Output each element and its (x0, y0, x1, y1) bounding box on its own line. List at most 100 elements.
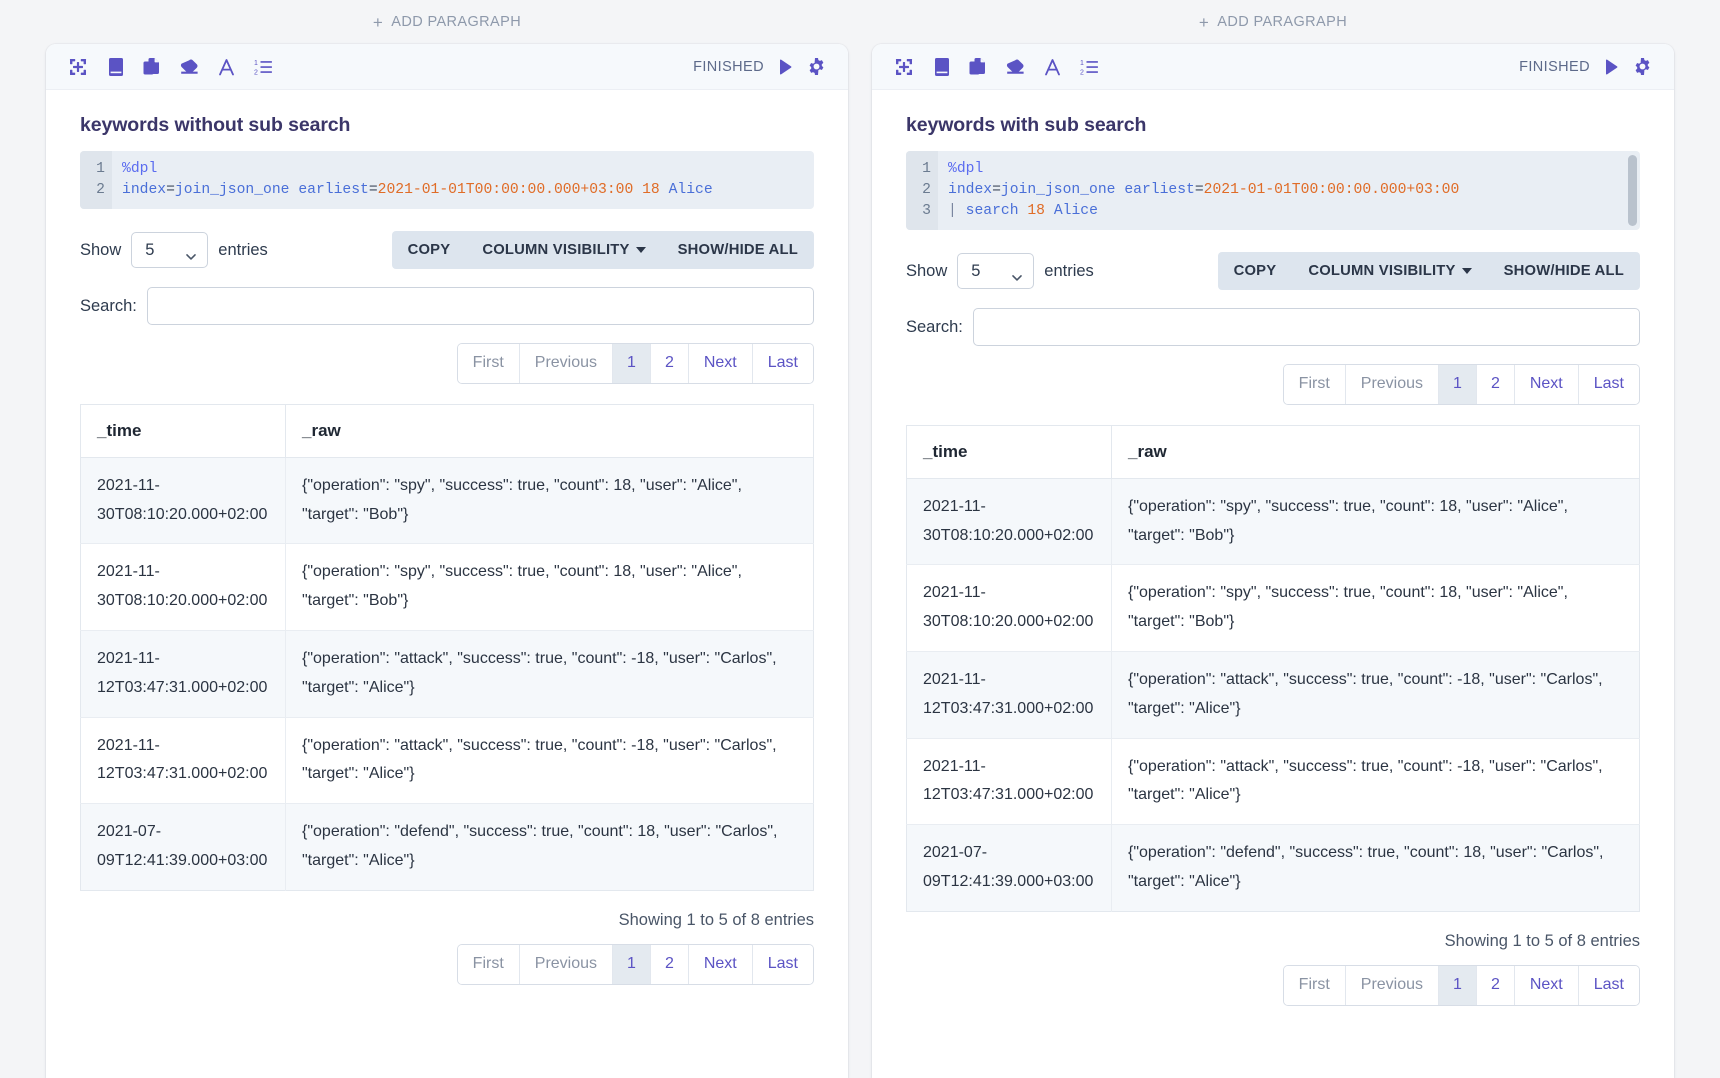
cell-time: 2021-11-30T08:10:20.000+02:00 (906, 478, 1112, 566)
collapse-icon[interactable] (894, 57, 914, 77)
page-length-select-wrap: 5102550100 (131, 231, 209, 269)
page-button-next[interactable]: Next (688, 944, 753, 984)
dt-button-column-visibility[interactable]: COLUMN VISIBILITY (466, 231, 661, 269)
page-button-last[interactable]: Last (1578, 965, 1639, 1005)
dt-button-copy[interactable]: COPY (1218, 252, 1293, 290)
page-button-next[interactable]: Next (688, 344, 753, 383)
page-button-1[interactable]: 1 (613, 344, 651, 383)
table-row: 2021-07-09T12:41:39.000+03:00 {"operation… (80, 803, 814, 891)
paragraph-panel: 1 2 FINISHED keywords with sub search 1 2 3 %dp… (872, 44, 1674, 1078)
results-table: _time _raw 2021-11-30T08:10:20.000+02:00 {"… (906, 424, 1640, 912)
search-input[interactable] (972, 308, 1640, 346)
dt-button-label: COPY (407, 242, 451, 258)
page-button-2[interactable]: 2 (1476, 365, 1515, 404)
code-text: %dpl index=join_json_one earliest=2021-01… (938, 151, 1640, 230)
table-row: 2021-07-09T12:41:39.000+03:00 {"operation… (906, 824, 1640, 912)
code-editor[interactable]: 1 2 3 %dpl index=join_json_one earliest=2021… (906, 151, 1640, 230)
eraser-icon[interactable] (1005, 57, 1025, 77)
code-text: %dpl index=join_json_one earliest=2021-01… (112, 151, 814, 209)
play-icon[interactable] (775, 57, 795, 77)
code-scrollbar[interactable] (1628, 155, 1637, 226)
table-action-buttons: COPY COLUMN VISIBILITY SHOW/HIDE ALL (391, 231, 814, 269)
page-button-1[interactable]: 1 (1439, 965, 1477, 1005)
search-input[interactable] (146, 287, 814, 325)
code-line: %dpl (948, 161, 984, 177)
add-paragraph-label: ADD PARAGRAPH (1217, 14, 1348, 30)
page-length-select[interactable]: 5102550100 (957, 252, 1035, 290)
pagination: First Previous 1 2 Next Last (456, 343, 814, 384)
paragraph-column-right: + ADD PARAGRAPH 1 2 FINISHED keywords with su… (872, 0, 1674, 1078)
gear-icon[interactable] (806, 57, 826, 77)
play-icon[interactable] (1601, 57, 1621, 77)
column-header[interactable]: _time (80, 404, 286, 458)
page-button-last[interactable]: Last (752, 344, 813, 383)
collapse-icon[interactable] (68, 57, 88, 77)
code-line: %dpl (122, 161, 158, 177)
line-number: 1 (96, 161, 105, 177)
show-label: Show (906, 261, 948, 280)
table-info: Showing 1 to 5 of 8 entries (1444, 931, 1640, 950)
book-icon[interactable] (105, 57, 125, 77)
ordered-list-icon[interactable]: 12 (253, 57, 273, 77)
add-paragraph-button[interactable]: + ADD PARAGRAPH (46, 0, 848, 44)
page-length-group: Show 5102550100 entries (80, 231, 268, 269)
table-action-buttons: COPY COLUMN VISIBILITY SHOW/HIDE ALL (1217, 252, 1640, 290)
page-button-first: First (457, 344, 520, 383)
page-button-next[interactable]: Next (1514, 365, 1579, 404)
cell-time: 2021-07-09T12:41:39.000+03:00 (80, 803, 286, 891)
page-button-next[interactable]: Next (1514, 965, 1579, 1005)
gear-icon[interactable] (1632, 57, 1652, 77)
book-icon[interactable] (931, 57, 951, 77)
page-button-1[interactable]: 1 (613, 944, 651, 984)
cell-raw: {"operation": "defend", "success": true,… (302, 823, 778, 869)
dt-button-column-visibility[interactable]: COLUMN VISIBILITY (1292, 252, 1487, 290)
column-header[interactable]: _raw (285, 404, 814, 458)
table-controls: Show 5102550100 entries COPY COLUMN VISIBILI… (80, 231, 814, 269)
pagination-bottom: First Previous 1 2 Next Last (80, 943, 814, 985)
page-button-2[interactable]: 2 (1476, 965, 1515, 1005)
results-table-wrap: _time _raw 2021-11-30T08:10:20.000+02:00 {"… (906, 424, 1640, 912)
page-button-first: First (1283, 965, 1346, 1005)
pagination: First Previous 1 2 Next Last (456, 943, 814, 985)
status-badge: FINISHED (1519, 58, 1590, 75)
copy-icon[interactable] (142, 57, 162, 77)
status-badge: FINISHED (693, 58, 764, 75)
code-editor[interactable]: 1 2 %dpl index=join_json_one earliest=2021-… (80, 151, 814, 209)
page-length-select-wrap: 5102550100 (957, 252, 1035, 290)
column-header[interactable]: _raw (1111, 425, 1640, 479)
cell-raw: {"operation": "attack", "success": true,… (285, 630, 814, 718)
svg-text:2: 2 (254, 69, 258, 76)
page-length-select[interactable]: 5102550100 (131, 231, 209, 269)
line-number-gutter: 1 2 3 (906, 151, 938, 230)
cell-raw: {"operation": "attack", "success": true,… (1111, 738, 1640, 826)
line-number: 1 (922, 161, 931, 177)
copy-icon[interactable] (968, 57, 988, 77)
add-paragraph-button[interactable]: + ADD PARAGRAPH (872, 0, 1674, 44)
page-button-2[interactable]: 2 (650, 944, 689, 984)
cell-time: 2021-11-12T03:47:31.000+02:00 (80, 717, 286, 805)
page-button-last[interactable]: Last (1578, 365, 1639, 404)
add-paragraph-label: ADD PARAGRAPH (391, 14, 522, 30)
cell-raw: {"operation": "spy", "success": true, "c… (285, 457, 814, 545)
toolbar-icon-group: 12 (68, 57, 273, 77)
panel-body: keywords with sub search 1 2 3 %dpl index=joi… (872, 90, 1674, 1078)
page-button-1[interactable]: 1 (1439, 365, 1477, 404)
font-icon[interactable] (216, 57, 236, 77)
pagination-top: First Previous 1 2 Next Last (906, 364, 1640, 405)
dt-button-show-hide-all[interactable]: SHOW/HIDE ALL (662, 231, 814, 269)
cell-raw: {"operation": "spy", "success": true, "c… (1111, 564, 1640, 652)
dt-button-show-hide-all[interactable]: SHOW/HIDE ALL (1488, 252, 1640, 290)
eraser-icon[interactable] (179, 57, 199, 77)
ordered-list-icon[interactable]: 12 (1079, 57, 1099, 77)
line-number-gutter: 12 (80, 151, 112, 209)
cell-time: 2021-11-12T03:47:31.000+02:00 (906, 738, 1112, 826)
page-button-last[interactable]: Last (752, 944, 813, 984)
dt-button-label: SHOW/HIDE ALL (677, 242, 798, 258)
page-button-first: First (457, 944, 520, 984)
show-label: Show (80, 240, 122, 259)
page-button-2[interactable]: 2 (650, 344, 689, 383)
dt-button-copy[interactable]: COPY (392, 231, 467, 269)
column-header[interactable]: _time (906, 425, 1112, 479)
table-header-row: _time _raw (906, 425, 1640, 479)
font-icon[interactable] (1042, 57, 1062, 77)
